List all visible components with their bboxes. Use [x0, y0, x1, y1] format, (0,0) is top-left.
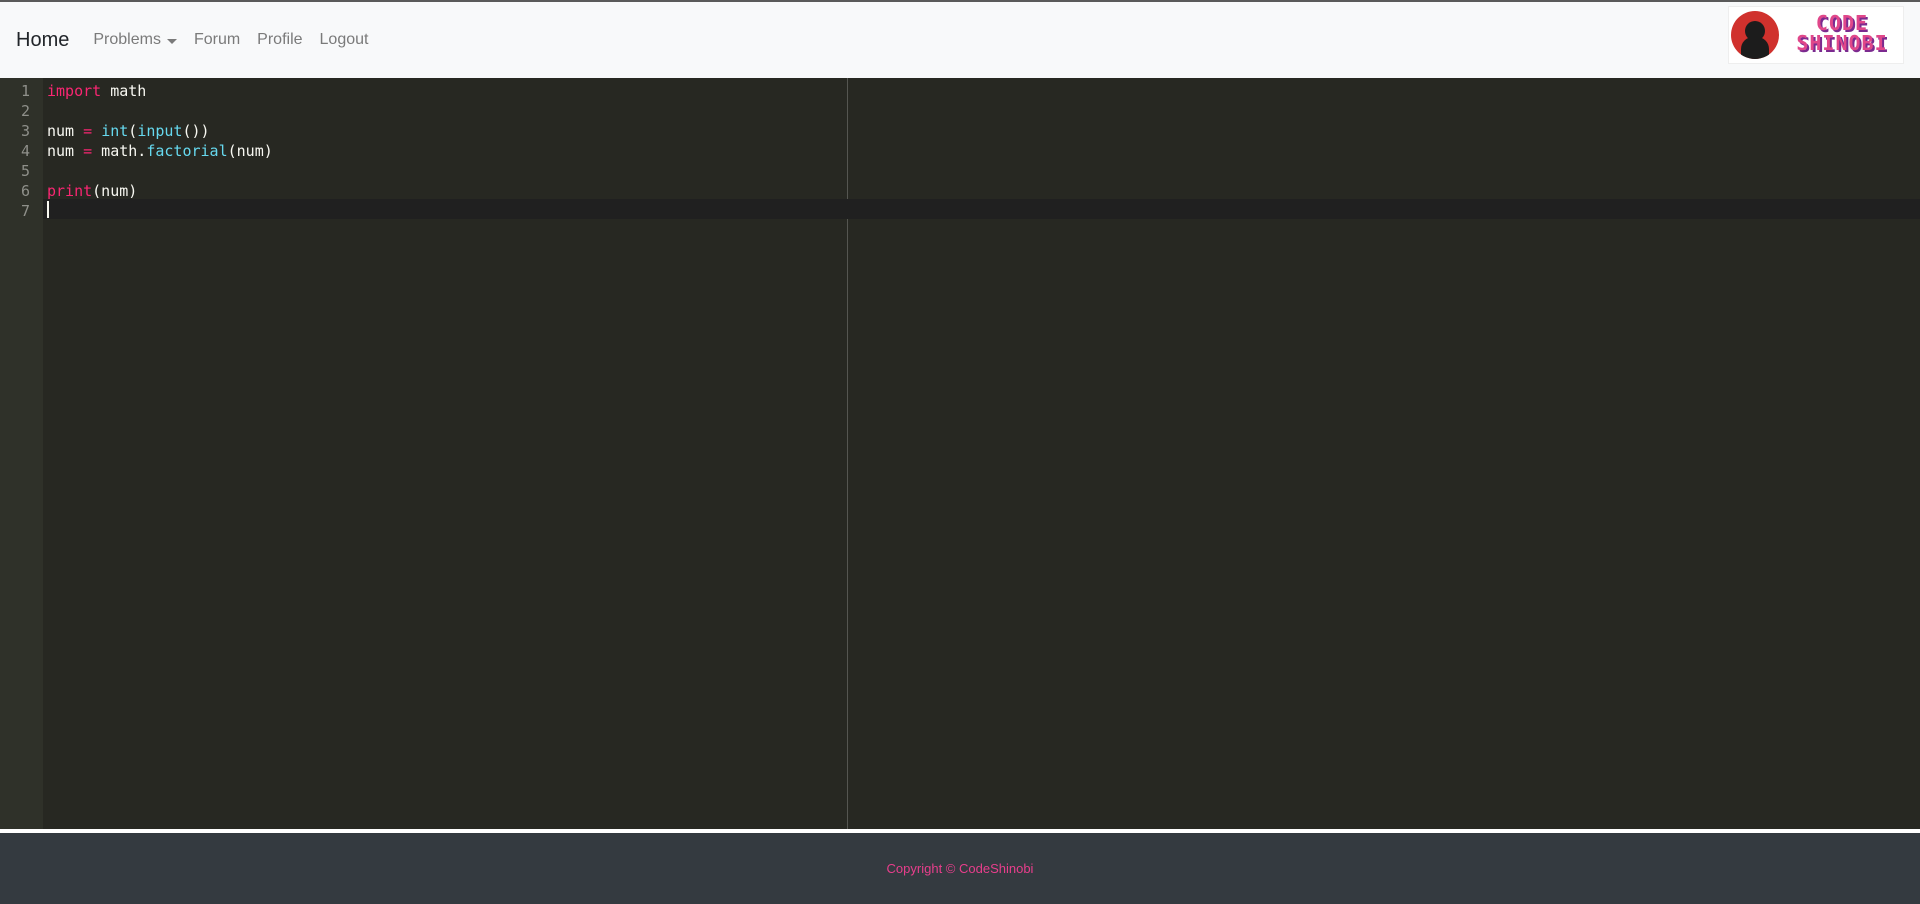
- code-token: =: [83, 142, 93, 160]
- editor-gutter: 1 2 3 4 5 6 7: [0, 78, 43, 829]
- code-line: print(num): [47, 181, 1907, 201]
- nav-forum-link[interactable]: Forum: [194, 31, 240, 49]
- code-token: (num): [92, 182, 138, 200]
- line-number: 2: [20, 102, 30, 120]
- code-line: num = math.factorial(num): [47, 141, 1907, 161]
- code-token: =: [83, 122, 93, 140]
- nav-problems-label: Problems: [93, 31, 161, 48]
- line-number: 4: [20, 142, 30, 160]
- nav-problems-dropdown[interactable]: Problems: [93, 31, 177, 49]
- code-content[interactable]: import math num = int(input()) num = math.…: [47, 81, 1907, 221]
- code-editor[interactable]: 1234567 import math num = int(input()) num…: [0, 78, 1920, 829]
- codeshinobi-logo[interactable]: CODE SHINOBI: [1728, 6, 1904, 64]
- navbar: Home Problems Forum Profile Logout CODE …: [0, 2, 1920, 78]
- nav-home-link[interactable]: Home: [16, 29, 69, 52]
- ninja-logo-icon: [1731, 11, 1779, 59]
- code-token: ()): [182, 122, 210, 140]
- text-cursor: [47, 201, 49, 218]
- code-token: num: [47, 142, 84, 160]
- code-line: import math: [47, 81, 1907, 101]
- footer-copyright: Copyright © CodeShinobi: [886, 861, 1034, 876]
- line-number: 3: [20, 122, 30, 140]
- logo-text-line1: CODE: [1815, 11, 1869, 35]
- logo-text-line2: SHINOBI: [1796, 31, 1888, 55]
- line-number: 1: [20, 82, 30, 100]
- code-line: num = int(input()): [47, 121, 1907, 141]
- code-token: factorial: [146, 142, 228, 160]
- code-token: int: [101, 122, 129, 140]
- line-numbers: 1 2 3 4 5 6 7: [0, 81, 30, 221]
- code-token: (: [128, 122, 138, 140]
- code-token: math.: [92, 142, 147, 160]
- line-number: 6: [20, 182, 30, 200]
- code-token: (num): [227, 142, 273, 160]
- code-token: print: [47, 182, 93, 200]
- code-token: import: [47, 82, 102, 100]
- line-number: 5: [20, 162, 30, 180]
- nav-profile-link[interactable]: Profile: [257, 31, 302, 49]
- line-number: 7: [20, 202, 30, 220]
- logo-text: CODE SHINOBI: [1783, 13, 1901, 53]
- nav-logout-link[interactable]: Logout: [320, 31, 369, 49]
- chevron-down-icon: [166, 38, 177, 44]
- code-token: math: [101, 82, 147, 100]
- code-token: num: [47, 122, 84, 140]
- footer: Copyright © CodeShinobi: [0, 833, 1920, 904]
- code-token: input: [137, 122, 183, 140]
- nav-links: Problems Forum Profile Logout: [93, 31, 385, 49]
